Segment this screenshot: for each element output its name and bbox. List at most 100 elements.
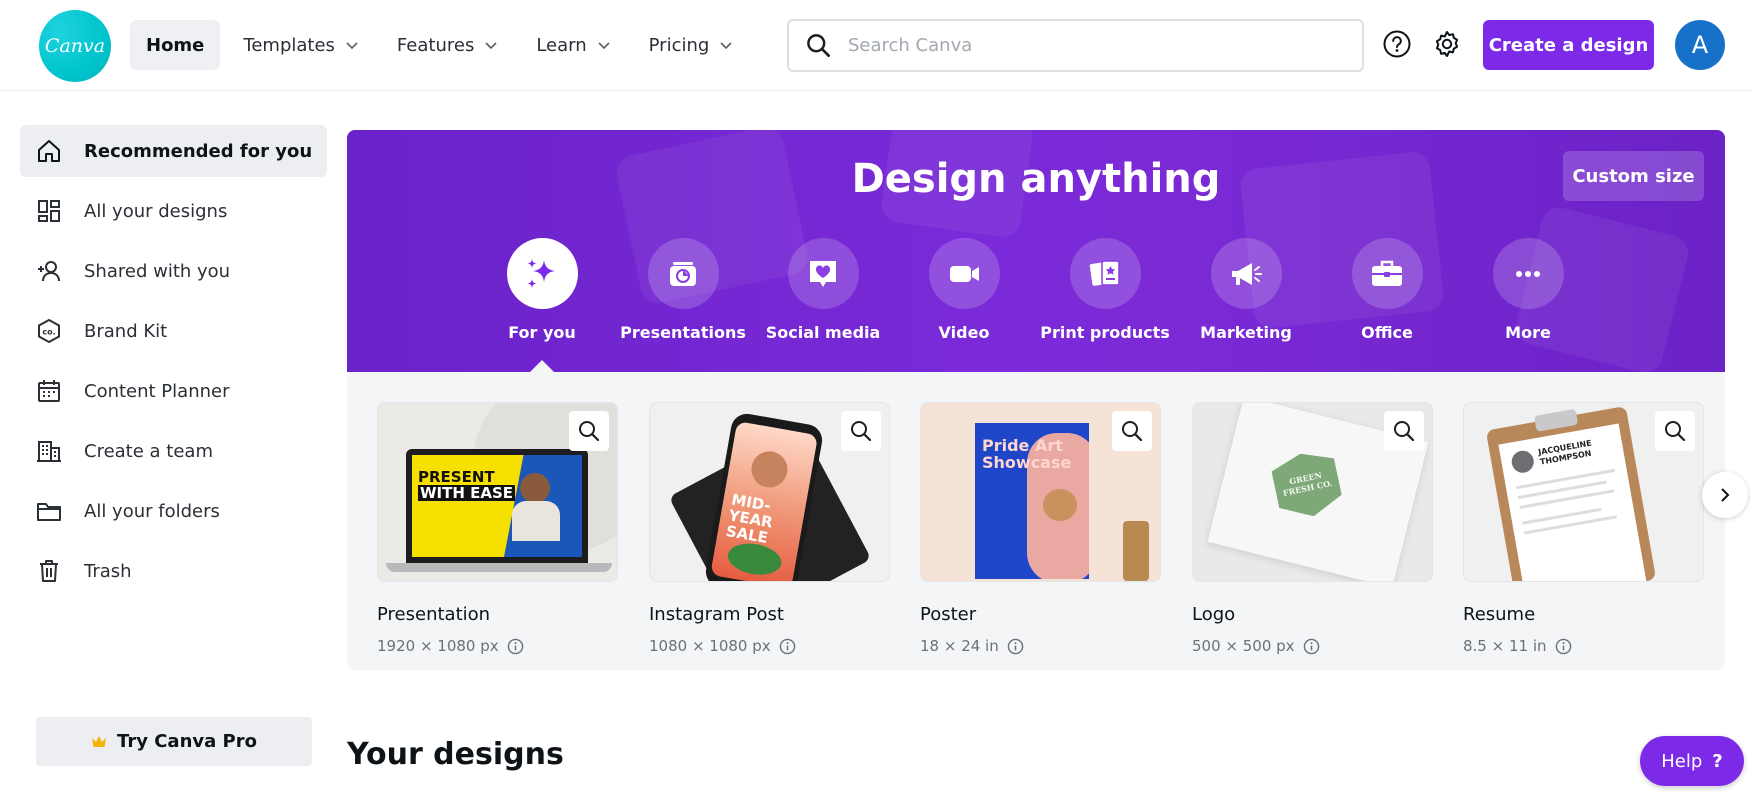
category-label: Video [938,323,990,342]
template-thumbnail[interactable]: MID-YEAR SALE [649,402,890,582]
thumb-text-line: Pride Art [982,436,1063,455]
template-size-value: 8.5 × 11 in [1463,637,1547,655]
template-thumbnail[interactable]: Pride Art Showcase [920,402,1161,582]
nav-pricing[interactable]: Pricing [634,20,749,70]
preview-zoom-button[interactable] [1384,411,1424,451]
carousel-next-button[interactable] [1702,472,1748,518]
template-card-logo[interactable]: GREEN FRESH CO. Logo 500 × 500 px [1192,402,1433,655]
create-design-button[interactable]: Create a design [1483,20,1654,70]
nav-pricing-label: Pricing [648,34,710,56]
category-label: More [1505,323,1551,342]
custom-size-button[interactable]: Custom size [1563,151,1704,201]
category-marketing[interactable]: Marketing [1176,238,1316,342]
preview-zoom-button[interactable] [841,411,881,451]
shared-users-icon [38,261,60,282]
category-office[interactable]: Office [1317,238,1457,342]
resume-name: JACQUELINE THOMPSON [1538,439,1595,468]
help-label: Help [1661,750,1703,772]
try-canva-pro-button[interactable]: Try Canva Pro [36,717,312,766]
template-thumbnail[interactable]: JACQUELINE THOMPSON [1463,402,1704,582]
category-more[interactable]: More [1458,238,1598,342]
search-icon [1394,421,1415,442]
chevron-down-icon [720,42,732,50]
nav-learn[interactable]: Learn [521,20,625,70]
sidebar-item-content-planner[interactable]: Content Planner [20,365,327,417]
template-card-instagram-post[interactable]: MID-YEAR SALE Instagram Post 1080 × 1080… [649,402,890,655]
chevron-right-icon [1721,488,1730,502]
chevron-down-icon [598,42,610,50]
slide-bg: PRESENT WITH EASE [412,455,582,557]
template-title: Poster [920,604,977,625]
category-circle [506,238,578,309]
template-size: 1920 × 1080 px [377,637,618,655]
info-icon[interactable] [1303,638,1320,655]
settings-button[interactable] [1431,28,1463,60]
info-icon[interactable] [507,638,524,655]
category-circle [787,238,859,309]
nav-home[interactable]: Home [130,20,221,70]
your-designs-heading: Your designs [347,737,564,772]
sidebar-item-label: Recommended for you [84,140,313,162]
sidebar-item-recommended[interactable]: Recommended for you [20,125,327,177]
user-avatar[interactable]: A [1675,20,1725,70]
brand-kit-icon: co. [38,318,60,344]
canva-logo[interactable]: Canva [39,10,111,82]
template-title: Instagram Post [649,604,784,625]
search-icon [1665,421,1686,442]
sidebar-item-label: Brand Kit [84,320,168,342]
sidebar-item-shared[interactable]: Shared with you [20,245,327,297]
template-thumbnail[interactable]: PRESENT WITH EASE [377,402,618,582]
sidebar-item-all-designs[interactable]: All your designs [20,185,327,237]
sidebar-item-trash[interactable]: Trash [20,545,327,597]
laptop-base [386,563,612,572]
poster-blob [1043,489,1077,521]
top-navigation-bar: Canva Home Templates Features Learn Pric… [0,0,1751,91]
grid-icon [38,200,60,222]
sidebar-item-folders[interactable]: All your folders [20,485,327,537]
crown-icon [92,735,107,747]
nav-templates[interactable]: Templates [228,20,374,70]
sparkle-icon [527,258,555,288]
category-circle [1492,238,1564,309]
nav-features[interactable]: Features [382,20,513,70]
category-presentations[interactable]: Presentations [613,238,753,342]
sidebar-item-create-team[interactable]: Create a team [20,425,327,477]
sidebar-item-label: Create a team [84,440,213,462]
template-size-value: 1920 × 1080 px [377,637,499,655]
info-icon[interactable] [1007,638,1024,655]
category-for-you[interactable]: For you [472,238,612,342]
thumb-text-line: WITH EASE [418,484,516,502]
template-card-presentation[interactable]: PRESENT WITH EASE Presentation 1920 × 10… [377,402,618,655]
sidebar-item-brand-kit[interactable]: co. Brand Kit [20,305,327,357]
trash-icon [40,560,58,582]
category-label: Social media [765,323,881,342]
template-card-poster[interactable]: Pride Art Showcase Poster 18 × 24 in [920,402,1161,655]
poster-sheet: Pride Art Showcase [975,423,1089,579]
main-nav: Home Templates Features Learn Pricing [130,20,756,70]
search-box[interactable] [787,19,1364,72]
info-icon[interactable] [1555,638,1572,655]
help-button[interactable]: Help ? [1640,736,1744,786]
category-circle [1351,238,1423,309]
presentation-icon [670,261,696,286]
more-dots-icon [1516,270,1540,277]
sidebar-item-label: Shared with you [84,260,231,282]
category-social-media[interactable]: Social media [753,238,893,342]
search-icon [579,421,600,442]
help-question-button[interactable] [1381,28,1413,60]
info-icon[interactable] [779,638,796,655]
nav-home-label: Home [146,34,205,56]
search-input[interactable] [848,35,1328,56]
preview-zoom-button[interactable] [1655,411,1695,451]
preview-zoom-button[interactable] [569,411,609,451]
category-video[interactable]: Video [894,238,1034,342]
template-card-resume[interactable]: JACQUELINE THOMPSON Resume 8.5 × 11 in [1463,402,1704,655]
preview-zoom-button[interactable] [1112,411,1152,451]
resume-line [1515,468,1615,490]
category-print-products[interactable]: Print products [1035,238,1175,342]
folder-icon [37,503,61,521]
slide-headline: PRESENT WITH EASE [418,469,516,502]
try-pro-label: Try Canva Pro [117,731,257,752]
resume-page: JACQUELINE THOMPSON [1498,423,1647,581]
template-thumbnail[interactable]: GREEN FRESH CO. [1192,402,1433,582]
